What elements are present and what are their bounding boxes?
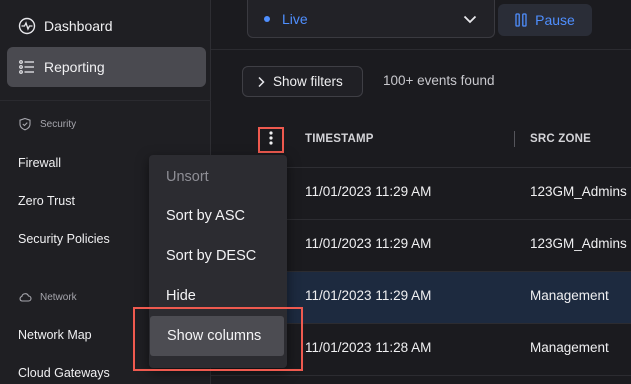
cell-src-zone: Management — [530, 340, 609, 355]
show-filters-label: Show filters — [273, 74, 343, 89]
sidebar-item-security-policies[interactable]: Security Policies — [18, 232, 110, 246]
column-menu-button[interactable] — [258, 127, 284, 153]
section-label: Security — [40, 118, 77, 130]
events-count: 100+ events found — [383, 73, 495, 88]
menu-item-sort-asc[interactable]: Sort by ASC — [149, 196, 287, 236]
cell-timestamp: 11/01/2023 11:28 AM — [305, 340, 432, 355]
cloud-icon — [18, 290, 32, 304]
column-divider[interactable] — [514, 131, 515, 147]
chevron-right-icon — [257, 76, 265, 88]
cell-timestamp: 11/01/2023 11:29 AM — [305, 288, 432, 303]
sidebar-item-firewall[interactable]: Firewall — [18, 156, 61, 170]
sidebar-item-zero-trust[interactable]: Zero Trust — [18, 194, 75, 208]
highlight-annotation — [133, 307, 303, 371]
activity-icon — [18, 17, 36, 35]
sidebar-item-network-map[interactable]: Network Map — [18, 328, 92, 342]
sidebar-item-label: Reporting — [44, 59, 105, 75]
cell-src-zone: 123GM_Admins — [530, 184, 627, 199]
cell-src-zone: Management — [530, 288, 609, 303]
section-header-network: Network — [18, 290, 77, 304]
live-label: Live — [282, 10, 308, 27]
chevron-down-icon — [462, 11, 478, 30]
menu-item-unsort[interactable]: Unsort — [149, 157, 287, 197]
column-header-timestamp[interactable]: TIMESTAMP — [305, 133, 374, 145]
list-icon — [18, 58, 36, 76]
sidebar-item-cloud-gateways[interactable]: Cloud Gateways — [18, 366, 110, 380]
pause-label: Pause — [535, 12, 575, 28]
live-mode-select[interactable]: Live — [247, 0, 495, 38]
pause-icon — [515, 13, 527, 27]
more-vertical-icon — [268, 130, 274, 151]
divider — [0, 100, 211, 101]
section-label: Network — [40, 291, 77, 303]
cell-timestamp: 11/01/2023 11:29 AM — [305, 184, 432, 199]
sidebar-item-label: Dashboard — [44, 18, 113, 34]
menu-item-sort-desc[interactable]: Sort by DESC — [149, 236, 287, 276]
sidebar-item-dashboard[interactable]: Dashboard — [7, 6, 206, 46]
show-filters-button[interactable]: Show filters — [242, 66, 363, 97]
cell-timestamp: 11/01/2023 11:29 AM — [305, 236, 432, 251]
sidebar-item-reporting[interactable]: Reporting — [7, 47, 206, 87]
cell-src-zone: 123GM_Admins — [530, 236, 627, 251]
pause-button[interactable]: Pause — [498, 4, 592, 36]
top-bar: Live Pause — [211, 0, 631, 50]
status-dot — [264, 15, 270, 22]
column-header-src-zone[interactable]: SRC ZONE — [530, 133, 591, 145]
section-header-security: Security — [18, 117, 76, 131]
shield-icon — [18, 117, 32, 131]
